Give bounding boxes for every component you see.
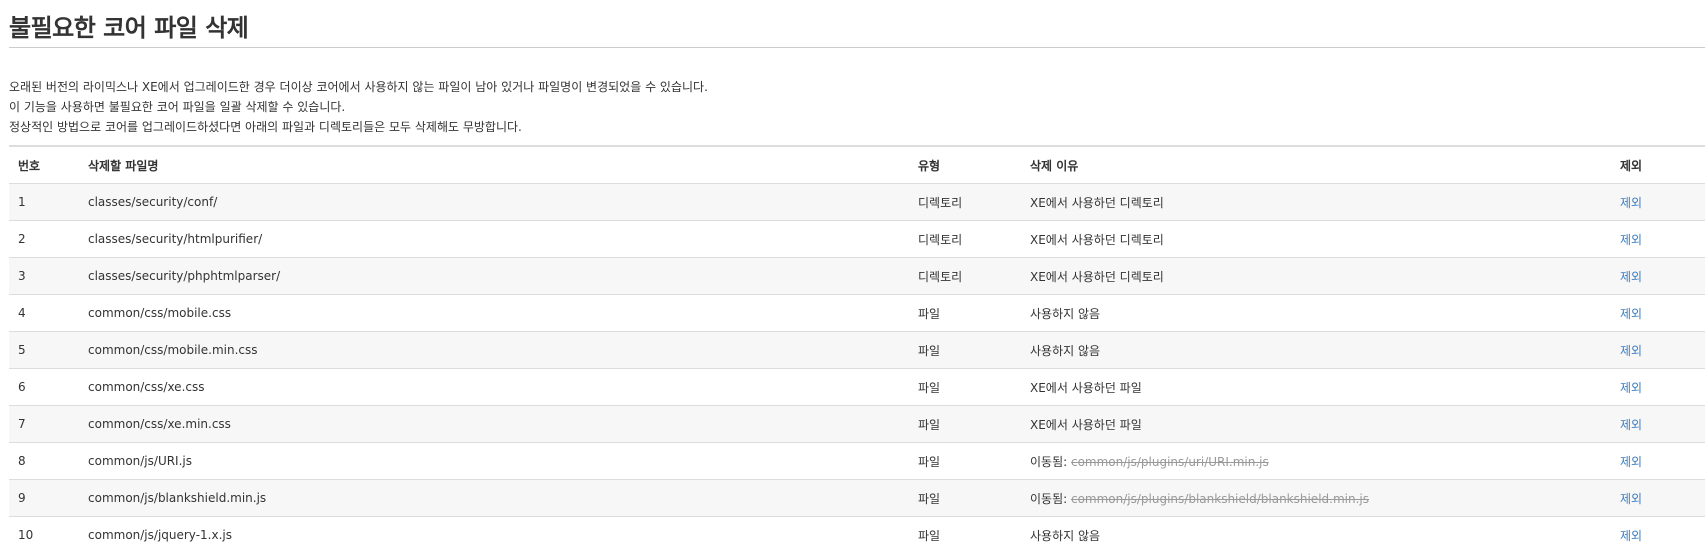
row-num: 4: [9, 294, 88, 332]
row-reason: XE에서 사용하던 파일: [1030, 368, 1620, 406]
files-table: 번호 삭제할 파일명 유형 삭제 이유 제외 1 classes/securit…: [9, 145, 1705, 546]
exclude-link[interactable]: 제외: [1620, 418, 1642, 432]
table-header-row: 번호 삭제할 파일명 유형 삭제 이유 제외: [9, 146, 1705, 184]
row-reason: XE에서 사용하던 파일: [1030, 405, 1620, 443]
row-exclude-cell: 제외: [1620, 294, 1705, 332]
exclude-link[interactable]: 제외: [1620, 492, 1642, 506]
title-divider: [9, 47, 1705, 48]
exclude-link[interactable]: 제외: [1620, 270, 1642, 284]
row-num: 2: [9, 220, 88, 258]
header-exclude: 제외: [1620, 146, 1705, 184]
row-path: common/css/xe.css: [88, 368, 918, 406]
header-num: 번호: [9, 146, 88, 184]
row-exclude-cell: 제외: [1620, 516, 1705, 546]
row-path: common/js/URI.js: [88, 442, 918, 480]
row-type: 파일: [918, 368, 1030, 406]
row-reason-cell: 이동됨: common/js/plugins/blankshield/blank…: [1030, 479, 1620, 517]
row-reason: XE에서 사용하던 디렉토리: [1030, 183, 1620, 221]
exclude-link[interactable]: 제외: [1620, 344, 1642, 358]
row-type: 디렉토리: [918, 183, 1030, 221]
row-type: 파일: [918, 294, 1030, 332]
row-reason: 이동됨:: [1030, 491, 1071, 506]
table-row: 9 common/js/blankshield.min.js 파일 이동됨: c…: [9, 479, 1705, 517]
description-line-2: 이 기능을 사용하면 불필요한 코어 파일을 일괄 삭제할 수 있습니다.: [9, 100, 346, 114]
row-num: 3: [9, 257, 88, 295]
row-num: 1: [9, 183, 88, 221]
row-reason: XE에서 사용하던 디렉토리: [1030, 220, 1620, 258]
row-type: 디렉토리: [918, 220, 1030, 258]
row-reason: 사용하지 않음: [1030, 294, 1620, 332]
row-num: 8: [9, 442, 88, 480]
exclude-link[interactable]: 제외: [1620, 307, 1642, 321]
row-path: classes/security/htmlpurifier/: [88, 220, 918, 258]
row-reason-cell: 이동됨: common/js/plugins/uri/URI.min.js: [1030, 442, 1620, 480]
table-row: 6 common/css/xe.css 파일 XE에서 사용하던 파일 제외: [9, 368, 1705, 406]
header-type: 유형: [918, 146, 1030, 184]
page-title: 불필요한 코어 파일 삭제: [9, 14, 249, 42]
row-num: 9: [9, 479, 88, 517]
description-line-1: 오래된 버전의 라이믹스나 XE에서 업그레이드한 경우 더이상 코어에서 사용…: [9, 80, 708, 94]
row-type: 파일: [918, 442, 1030, 480]
row-exclude-cell: 제외: [1620, 331, 1705, 369]
row-reason: XE에서 사용하던 디렉토리: [1030, 257, 1620, 295]
row-exclude-cell: 제외: [1620, 405, 1705, 443]
moved-to-path: common/js/plugins/uri/URI.min.js: [1070, 454, 1269, 469]
row-type: 파일: [918, 405, 1030, 443]
row-num: 10: [9, 516, 88, 546]
table-row: 8 common/js/URI.js 파일 이동됨: common/js/plu…: [9, 442, 1705, 480]
table-row: 1 classes/security/conf/ 디렉토리 XE에서 사용하던 …: [9, 183, 1705, 221]
row-type: 파일: [918, 516, 1030, 546]
exclude-link[interactable]: 제외: [1620, 381, 1642, 395]
page: 불필요한 코어 파일 삭제 오래된 버전의 라이믹스나 XE에서 업그레이드한 …: [0, 0, 1705, 546]
moved-to-path: common/js/plugins/blankshield/blankshiel…: [1070, 491, 1369, 506]
row-reason: 이동됨:: [1030, 454, 1071, 469]
row-path: common/js/blankshield.min.js: [88, 479, 918, 517]
row-num: 5: [9, 331, 88, 369]
row-path: common/js/jquery-1.x.js: [88, 516, 918, 546]
table-row: 7 common/css/xe.min.css 파일 XE에서 사용하던 파일 …: [9, 405, 1705, 443]
row-path: common/css/mobile.min.css: [88, 331, 918, 369]
row-exclude-cell: 제외: [1620, 257, 1705, 295]
row-type: 파일: [918, 331, 1030, 369]
header-path: 삭제할 파일명: [88, 146, 918, 184]
row-path: classes/security/conf/: [88, 183, 918, 221]
row-num: 7: [9, 405, 88, 443]
row-exclude-cell: 제외: [1620, 479, 1705, 517]
row-reason: 사용하지 않음: [1030, 331, 1620, 369]
row-exclude-cell: 제외: [1620, 220, 1705, 258]
exclude-link[interactable]: 제외: [1620, 455, 1642, 469]
row-type: 파일: [918, 479, 1030, 517]
row-path: common/css/xe.min.css: [88, 405, 918, 443]
table-row: 2 classes/security/htmlpurifier/ 디렉토리 XE…: [9, 220, 1705, 258]
table-row: 4 common/css/mobile.css 파일 사용하지 않음 제외: [9, 294, 1705, 332]
exclude-link[interactable]: 제외: [1620, 233, 1642, 247]
header-reason: 삭제 이유: [1030, 146, 1620, 184]
description-line-3: 정상적인 방법으로 코어를 업그레이드하셨다면 아래의 파일과 디렉토리들은 모…: [9, 120, 522, 134]
table-row: 3 classes/security/phphtmlparser/ 디렉토리 X…: [9, 257, 1705, 295]
exclude-link[interactable]: 제외: [1620, 196, 1642, 210]
row-path: classes/security/phphtmlparser/: [88, 257, 918, 295]
table-row: 10 common/js/jquery-1.x.js 파일 사용하지 않음 제외: [9, 516, 1705, 546]
row-exclude-cell: 제외: [1620, 368, 1705, 406]
row-num: 6: [9, 368, 88, 406]
table-row: 5 common/css/mobile.min.css 파일 사용하지 않음 제…: [9, 331, 1705, 369]
row-reason: 사용하지 않음: [1030, 516, 1620, 546]
page-description: 오래된 버전의 라이믹스나 XE에서 업그레이드한 경우 더이상 코어에서 사용…: [9, 77, 1705, 137]
row-exclude-cell: 제외: [1620, 183, 1705, 221]
exclude-link[interactable]: 제외: [1620, 529, 1642, 543]
row-type: 디렉토리: [918, 257, 1030, 295]
row-exclude-cell: 제외: [1620, 442, 1705, 480]
row-path: common/css/mobile.css: [88, 294, 918, 332]
